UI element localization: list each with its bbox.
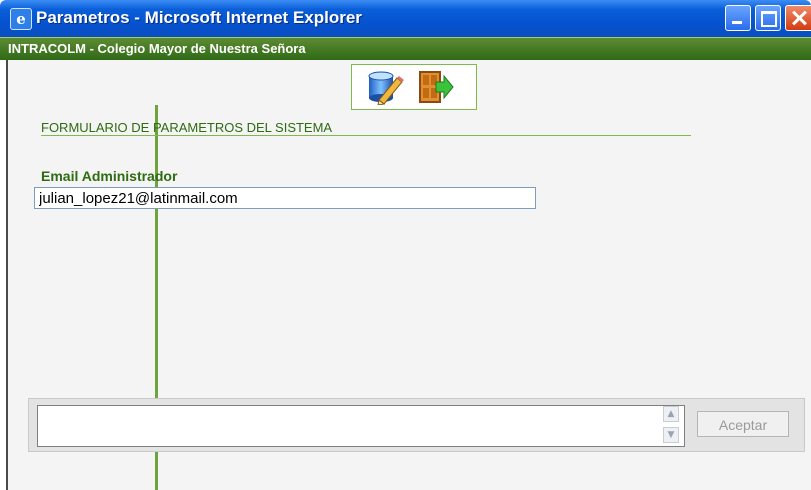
toolbar (351, 64, 477, 110)
minimize-button[interactable] (725, 5, 751, 31)
app-header: INTRACOLM - Colegio Mayor de Nuestra Señ… (0, 37, 811, 60)
ie-icon: e (10, 8, 32, 30)
window-title: Parametros - Microsoft Internet Explorer (36, 8, 362, 27)
app-header-title: INTRACOLM - Colegio Mayor de Nuestra Señ… (8, 41, 306, 56)
bottom-bar: ▲ ▼ Aceptar (28, 398, 805, 452)
content-area: FORMULARIO DE PARAMETROS DEL SISTEMA Ema… (6, 60, 811, 490)
message-textarea[interactable] (37, 405, 685, 447)
scroll-down-arrow-icon[interactable]: ▼ (663, 427, 679, 443)
section-divider (41, 135, 691, 136)
email-label: Email Administrador (41, 168, 178, 184)
accept-button[interactable]: Aceptar (697, 411, 789, 437)
exit-door-icon[interactable] (416, 69, 454, 105)
database-edit-icon[interactable] (366, 69, 404, 106)
email-field[interactable] (34, 187, 536, 209)
close-button[interactable] (785, 5, 811, 31)
maximize-button[interactable] (755, 5, 781, 31)
scroll-up-arrow-icon[interactable]: ▲ (663, 406, 679, 422)
window-titlebar: e Parametros - Microsoft Internet Explor… (0, 0, 811, 37)
form-section-title: FORMULARIO DE PARAMETROS DEL SISTEMA (41, 120, 333, 135)
